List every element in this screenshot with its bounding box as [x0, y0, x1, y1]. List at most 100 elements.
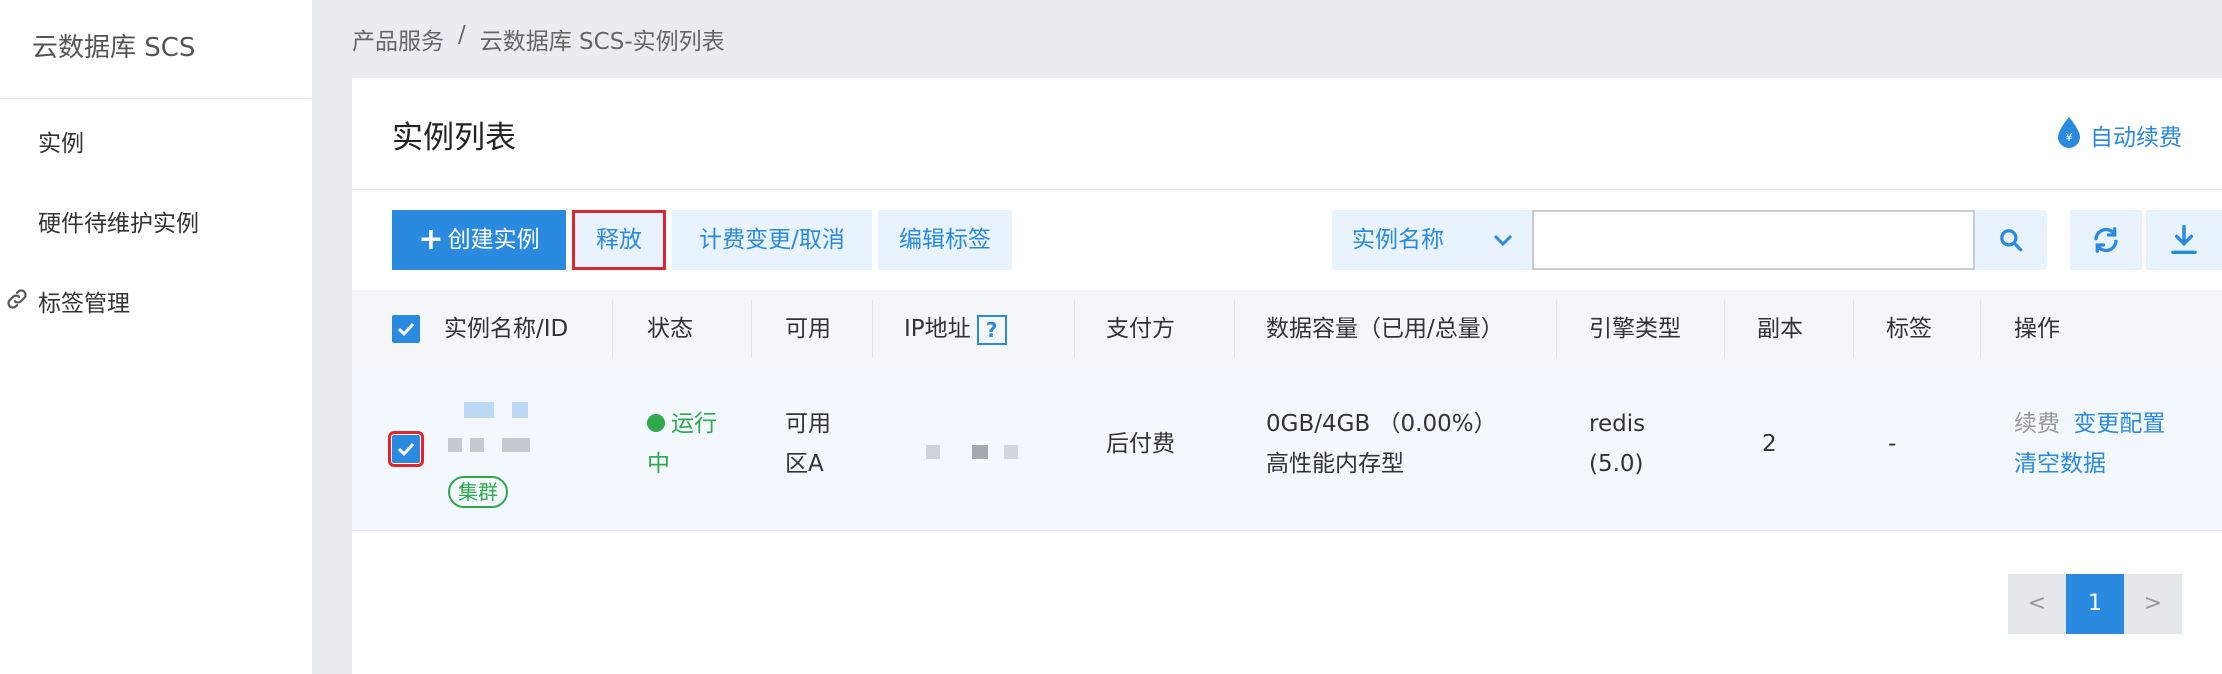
column-header-zone[interactable]: 可用 [785, 290, 831, 368]
capacity-value: 0GB/4GB （0.00%） [1266, 411, 1497, 437]
check-icon [397, 442, 415, 457]
auto-renew-label: 自动续费 [2090, 125, 2182, 151]
column-divider [872, 300, 873, 358]
column-header-ip-label: IP地址 [904, 316, 971, 342]
status-running: 运行中 [647, 404, 727, 484]
payment-cell: 后付费 [1106, 431, 1175, 457]
redacted-instance-name[interactable] [464, 402, 494, 418]
create-instance-button[interactable]: + 创建实例 [392, 210, 566, 270]
column-header-status[interactable]: 状态 [647, 290, 693, 368]
sidebar-item-label: 实例 [38, 131, 84, 157]
search-input[interactable] [1532, 210, 1975, 270]
search-icon [2000, 229, 2023, 252]
capacity-cell: 0GB/4GB （0.00%） 高性能内存型 [1266, 404, 1497, 484]
instance-list-card: 实例列表 ¥ 自动续费 +创建实例 释放 计费变更/取消 编辑标签 实例名称 [352, 78, 2222, 674]
tags-cell: - [1888, 431, 1897, 457]
sidebar-item-label: 硬件待维护实例 [38, 211, 199, 237]
link-icon [4, 286, 30, 312]
release-label: 释放 [596, 227, 642, 253]
column-divider [612, 300, 613, 358]
checkbox[interactable] [392, 315, 420, 343]
column-divider [1853, 300, 1854, 358]
billing-change-label: 计费变更/取消 [699, 227, 845, 253]
release-button[interactable]: 释放 [572, 210, 666, 270]
redacted-ip [972, 445, 988, 459]
column-header-tags[interactable]: 标签 [1886, 290, 1932, 368]
sidebar-title: 云数据库 SCS [0, 0, 312, 99]
refresh-button[interactable] [2070, 210, 2142, 270]
page-title: 实例列表 [392, 120, 516, 156]
search-field-select[interactable]: 实例名称 [1332, 210, 1532, 270]
redacted-instance-id [470, 438, 484, 452]
toolbar: + 创建实例 释放 计费变更/取消 编辑标签 实例名称 [392, 210, 2222, 270]
engine-version: (5.0) [1589, 451, 1644, 477]
page-button-1[interactable]: 1 [2066, 574, 2124, 634]
check-icon [397, 322, 415, 337]
svg-text:¥: ¥ [2066, 131, 2073, 144]
prev-page-button[interactable]: < [2008, 574, 2066, 634]
renew-action[interactable]: 续费 [2014, 411, 2060, 437]
breadcrumb: 产品服务 / 云数据库 SCS-实例列表 [352, 22, 725, 56]
billing-change-button[interactable]: 计费变更/取消 [672, 210, 872, 270]
create-instance-label: 创建实例 [447, 227, 540, 253]
redacted-ip [1004, 445, 1018, 459]
search-button[interactable] [1975, 210, 2047, 270]
edit-tags-label: 编辑标签 [899, 227, 991, 253]
storage-type: 高性能内存型 [1266, 451, 1404, 477]
search-field-label: 实例名称 [1352, 227, 1444, 253]
column-divider [1074, 300, 1075, 358]
table-header: 实例名称/ID 状态 可用 IP地址? 支付方 数据容量（已用/总量） 引擎类型… [352, 290, 2222, 368]
change-config-action[interactable]: 变更配置 [2073, 411, 2165, 437]
edit-tags-button[interactable]: 编辑标签 [878, 210, 1012, 270]
cluster-badge: 集群 [448, 472, 508, 512]
sidebar-item-label: 标签管理 [38, 291, 130, 317]
engine-name: redis [1589, 411, 1646, 437]
column-header-actions: 操作 [2014, 316, 2060, 342]
actions-cell: 续费 变更配置 清空数据 [2014, 404, 2204, 484]
checkbox[interactable] [388, 431, 424, 467]
engine-cell: redis (5.0) [1589, 404, 1645, 484]
redacted-instance-name [512, 402, 528, 418]
clear-data-action[interactable]: 清空数据 [2014, 451, 2106, 477]
column-header-capacity[interactable]: 数据容量（已用/总量） [1266, 290, 1504, 368]
chevron-down-icon [1493, 234, 1513, 247]
sidebar-item-instances[interactable]: 实例 [38, 124, 84, 158]
column-divider [1234, 300, 1235, 358]
column-header-engine[interactable]: 引擎类型 [1589, 290, 1681, 368]
card-header: 实例列表 ¥ 自动续费 [352, 78, 2222, 190]
column-divider [1724, 300, 1725, 358]
column-header-ip[interactable]: IP地址? [904, 290, 1007, 368]
breadcrumb-separator: / [458, 22, 466, 48]
sidebar-item-tag-management[interactable]: 标签管理 [7, 284, 130, 318]
column-header-payment[interactable]: 支付方 [1106, 290, 1175, 368]
column-header-name[interactable]: 实例名称/ID [444, 290, 568, 368]
redacted-instance-id [448, 438, 462, 452]
pagination: < 1 > [2008, 574, 2182, 634]
status-dot-icon [647, 414, 665, 432]
select-all-checkbox[interactable] [392, 315, 420, 343]
download-button[interactable] [2146, 210, 2222, 270]
next-page-button[interactable]: > [2124, 574, 2182, 634]
sidebar-item-hardware-maintenance[interactable]: 硬件待维护实例 [38, 204, 199, 238]
download-icon [2171, 224, 2197, 255]
zone-cell: 可用区A [785, 411, 831, 477]
column-header-replicas[interactable]: 副本 [1757, 290, 1803, 368]
sidebar: 云数据库 SCS 实例 硬件待维护实例 标签管理 [0, 0, 312, 674]
row-checkbox[interactable] [388, 431, 424, 467]
table-row[interactable]: 集群 运行中 可用区A 后付费 0GB/4GB （0.00%） 高性能内存型 r… [352, 368, 2222, 531]
redacted-ip [926, 445, 940, 459]
help-icon[interactable]: ? [976, 314, 1007, 345]
redacted-instance-id [502, 438, 530, 452]
auto-renew-link[interactable]: ¥ 自动续费 [2056, 116, 2182, 154]
refresh-icon [2094, 227, 2118, 253]
cluster-badge-label: 集群 [448, 476, 508, 508]
breadcrumb-current: 云数据库 SCS-实例列表 [479, 29, 725, 55]
breadcrumb-root[interactable]: 产品服务 [352, 22, 444, 56]
replicas-cell: 2 [1762, 431, 1777, 457]
instance-table: 实例名称/ID 状态 可用 IP地址? 支付方 数据容量（已用/总量） 引擎类型… [352, 290, 2222, 531]
column-divider [1980, 300, 1981, 358]
yuan-drop-icon: ¥ [2056, 116, 2082, 154]
plus-icon: + [418, 222, 444, 257]
column-divider [751, 300, 752, 358]
column-divider [1556, 300, 1557, 358]
